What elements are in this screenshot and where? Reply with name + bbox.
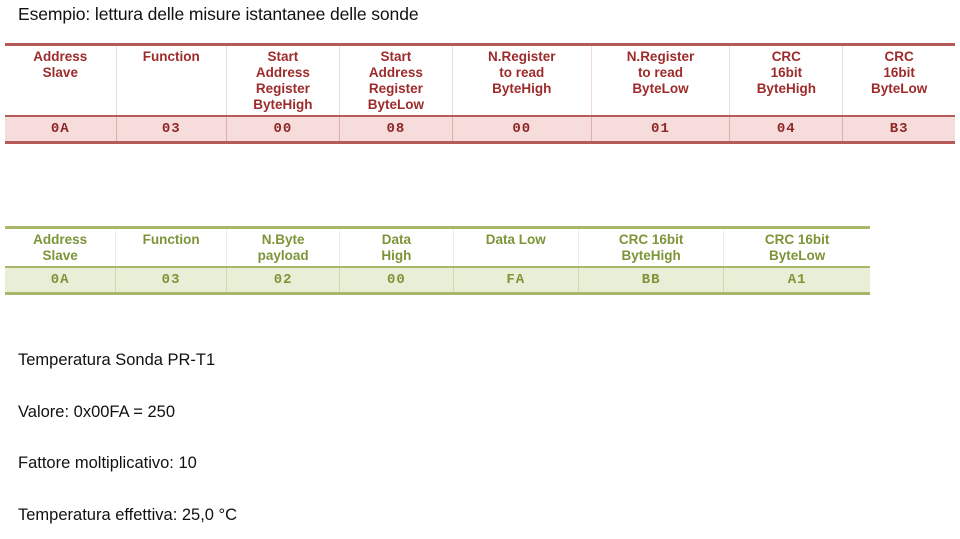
response-column-header: Address Slave <box>5 227 116 268</box>
response-cell-value: 03 <box>115 266 227 294</box>
request-column-header: CRC 16bit ByteLow <box>842 44 955 117</box>
request-table-head: Address Slave Function Start Address Register… <box>5 44 955 117</box>
request-header-row: Address Slave Function Start Address Register… <box>5 44 955 117</box>
header-line: Function <box>142 49 200 64</box>
note-line: Valore: 0x00FA = 250 <box>18 402 176 421</box>
header-line: Register <box>255 80 310 96</box>
header-line: High <box>381 247 412 263</box>
header-line: Address <box>368 64 423 80</box>
header-line: Start <box>380 49 412 64</box>
response-column-header: N.Byte payload <box>225 227 340 268</box>
table-row: 0A 03 00 08 00 01 04 B3 <box>5 115 955 143</box>
header-line: Address <box>33 49 88 64</box>
header-line: N.Register <box>626 49 695 64</box>
header-line: Slave <box>42 64 78 80</box>
header-line: CRC <box>884 49 914 64</box>
header-line: Data <box>381 232 412 247</box>
response-frame-table: Address Slave Function N.Byte payload Data Hig… <box>5 226 870 295</box>
header-line: Start <box>267 49 299 64</box>
request-cell-value: 03 <box>115 115 227 143</box>
header-line: N.Byte <box>261 232 305 247</box>
response-cell-value: 00 <box>339 266 454 294</box>
header-line: Address <box>33 232 88 247</box>
header-line: Slave <box>42 247 78 263</box>
request-table-body: 0A 03 00 08 00 01 04 B3 <box>5 115 955 143</box>
header-line: ByteLow <box>367 96 425 112</box>
response-cell-value: A1 <box>723 266 870 294</box>
response-column-header: Data High <box>339 227 454 268</box>
note-line: Temperatura Sonda PR-T1 <box>18 351 216 369</box>
header-line: ByteHigh <box>756 80 816 96</box>
request-column-header: CRC 16bit ByteHigh <box>729 44 843 117</box>
request-column-header: Address Slave <box>5 44 117 117</box>
request-column-header: N.Register to read ByteHigh <box>451 44 592 117</box>
request-column-header: Start Address Register ByteLow <box>338 44 453 117</box>
request-cell-value: 0A <box>50 120 70 137</box>
header-line: N.Register <box>488 49 556 64</box>
header-line: Function <box>142 232 200 247</box>
request-cell-value: 01 <box>590 115 730 143</box>
header-line: ByteHigh <box>253 96 313 112</box>
response-cell-value: 02 <box>225 266 340 294</box>
response-cell-value: BB <box>577 266 724 294</box>
response-column-header: CRC 16bit ByteLow <box>723 227 870 268</box>
response-table-head: Address Slave Function N.Byte payload Data Hig… <box>5 227 870 268</box>
header-line: 16bit <box>883 64 915 80</box>
response-cell-value: FA <box>452 266 579 294</box>
response-column-header: CRC 16bit ByteHigh <box>577 227 724 268</box>
note-line: Fattore moltiplicativo: 10 <box>18 454 197 472</box>
request-column-header: N.Register to read ByteLow <box>590 44 730 117</box>
header-line: ByteLow <box>871 80 928 96</box>
page-title: Esempio: lettura delle misure istantanee… <box>18 4 419 24</box>
header-line: ByteLow <box>632 80 689 96</box>
request-cell-value: B3 <box>842 115 955 143</box>
header-line: Address <box>255 64 310 80</box>
response-header-row: Address Slave Function N.Byte payload Data Hig… <box>5 227 870 268</box>
header-line: payload <box>257 247 309 263</box>
header-line: Data Low <box>485 232 546 247</box>
header-line: ByteHigh <box>621 247 681 263</box>
header-line: ByteLow <box>769 247 826 263</box>
header-line: ByteHigh <box>492 80 552 96</box>
header-line: CRC <box>771 49 801 64</box>
response-column-header: Data Low <box>452 227 579 268</box>
request-column-header: Start Address Register ByteHigh <box>225 44 340 117</box>
header-line: to read <box>637 64 683 80</box>
header-line: Register <box>368 80 423 96</box>
header-line: CRC 16bit <box>764 232 830 247</box>
table-row: 0A 03 02 00 FA BB A1 <box>5 266 870 294</box>
request-cell-value: 08 <box>338 115 453 143</box>
header-line: to read <box>499 64 545 80</box>
note-line: Temperatura effettiva: 25,0 °C <box>18 505 238 524</box>
request-cell-value: 00 <box>225 115 340 143</box>
response-table-body: 0A 03 02 00 FA BB A1 <box>5 266 870 294</box>
request-cell-value: 00 <box>451 115 592 143</box>
header-line: CRC 16bit <box>618 232 684 247</box>
modbus-request-frame: Address Slave Function Start Address Register… <box>5 43 955 144</box>
request-frame-table: Address Slave Function Start Address Register… <box>5 43 955 144</box>
request-column-header: Function <box>115 44 227 117</box>
modbus-response-frame: Address Slave Function N.Byte payload Data Hig… <box>5 226 870 295</box>
response-cell-value: 0A <box>50 271 70 288</box>
response-column-header: Function <box>115 227 227 268</box>
header-line: 16bit <box>770 64 803 80</box>
notes-block: Temperatura Sonda PR-T1 Valore: 0x00FA =… <box>18 352 638 523</box>
request-cell-value: 04 <box>729 115 843 143</box>
